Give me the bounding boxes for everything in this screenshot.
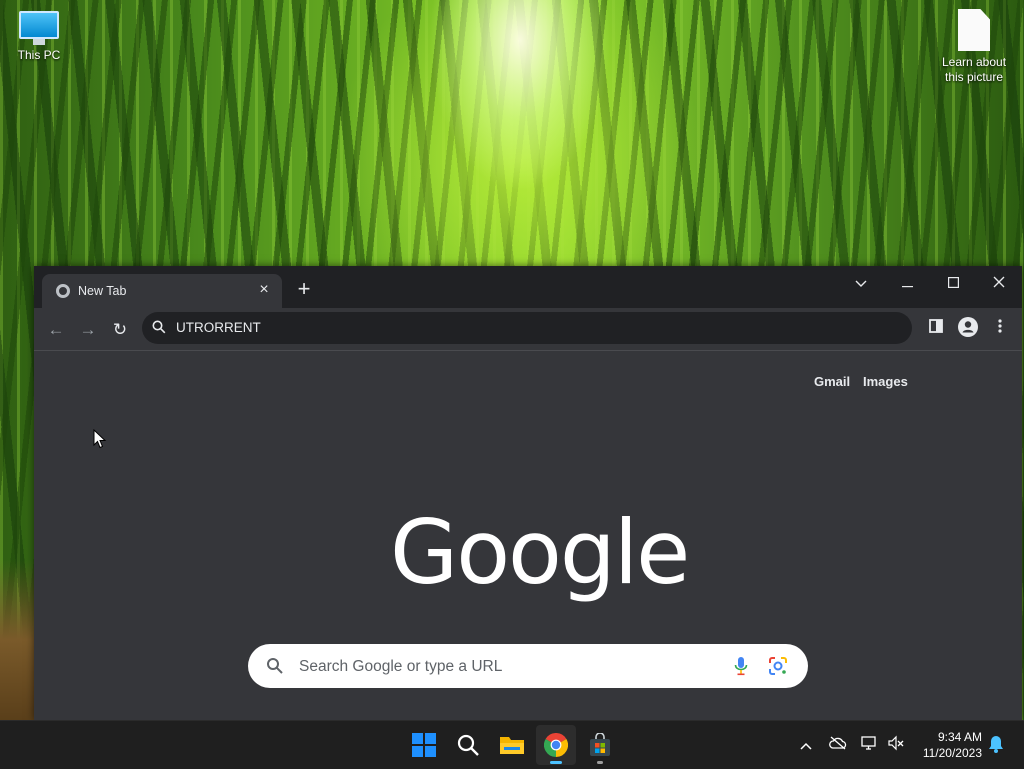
microphone-icon[interactable] (734, 656, 748, 676)
clock-time: 9:34 AM (937, 730, 982, 744)
file-explorer-button[interactable] (492, 725, 532, 765)
side-panel-icon (929, 319, 943, 333)
images-link[interactable]: Images (863, 374, 908, 389)
address-bar[interactable]: UTRORRENT (142, 312, 912, 344)
microsoft-store-button[interactable] (580, 725, 620, 765)
minimize-icon (901, 286, 913, 288)
folder-icon (500, 737, 524, 754)
volume-muted-icon (888, 735, 904, 751)
chrome-favicon-icon (56, 284, 70, 298)
cloud-offline-icon (829, 736, 847, 750)
chevron-down-icon (855, 280, 867, 287)
maximize-icon (947, 277, 959, 289)
back-button[interactable]: ← (43, 317, 69, 343)
chrome-icon (544, 733, 568, 757)
address-bar-text[interactable]: UTRORRENT (176, 320, 261, 335)
bell-icon (989, 736, 1003, 753)
document-icon (958, 9, 990, 51)
desktop-icon-this-pc[interactable]: This PC (3, 11, 75, 63)
gmail-link[interactable]: Gmail (814, 374, 850, 389)
browser-window: New Tab × + ← → ↻ UTRORRENT Gmail Images… (34, 266, 1022, 720)
title-bar: New Tab × + (34, 266, 1022, 308)
desktop-icon-label: Learn about (941, 55, 1007, 69)
profile-button[interactable] (956, 317, 980, 341)
mouse-cursor-icon (93, 429, 107, 449)
forward-button[interactable]: → (75, 317, 101, 343)
close-window-button[interactable] (976, 270, 1022, 298)
taskbar-clock[interactable]: 9:34 AM 11/20/2023 (923, 729, 982, 761)
onedrive-tray-button[interactable] (828, 735, 848, 755)
windows-start-icon (412, 733, 436, 757)
active-indicator (550, 761, 562, 764)
network-icon (861, 736, 876, 750)
google-logo: Google (390, 501, 690, 604)
desktop-icon-label: This PC (17, 48, 61, 62)
google-lens-icon[interactable] (768, 656, 788, 676)
tab-search-button[interactable] (838, 270, 884, 298)
clock-date: 11/20/2023 (922, 746, 982, 760)
show-hidden-icons-button[interactable] (796, 735, 816, 755)
taskbar-search-button[interactable] (448, 725, 488, 765)
menu-button[interactable] (988, 317, 1012, 341)
search-icon (152, 320, 166, 334)
chevron-up-icon (800, 742, 812, 750)
notifications-button[interactable] (986, 735, 1006, 755)
profile-icon (958, 317, 978, 337)
side-panel-button[interactable] (924, 317, 948, 341)
monitor-icon (19, 11, 59, 39)
start-button[interactable] (404, 725, 444, 765)
running-indicator (597, 761, 603, 764)
search-placeholder: Search Google or type a URL (299, 658, 503, 675)
tab-title: New Tab (78, 284, 127, 298)
tab-new-tab[interactable]: New Tab × (42, 274, 282, 308)
new-tab-button[interactable]: + (292, 278, 316, 302)
reload-button[interactable]: ↻ (107, 317, 133, 343)
network-tray-button[interactable] (860, 735, 880, 755)
desktop-icon-learn-about-picture[interactable]: Learn about this picture (938, 9, 1010, 85)
maximize-button[interactable] (930, 270, 976, 298)
close-icon (993, 276, 1005, 288)
minimize-button[interactable] (884, 270, 930, 298)
browser-toolbar: ← → ↻ UTRORRENT (34, 308, 1022, 351)
desktop-icon-label: this picture (944, 70, 1004, 84)
taskbar: 9:34 AM 11/20/2023 (0, 720, 1024, 769)
search-icon (267, 658, 283, 674)
volume-tray-button[interactable] (886, 735, 906, 755)
kebab-menu-icon (998, 319, 1002, 333)
google-search-box[interactable]: Search Google or type a URL (248, 644, 808, 688)
chrome-taskbar-button[interactable] (536, 725, 576, 765)
tab-close-button[interactable]: × (254, 280, 274, 300)
search-icon (457, 734, 479, 756)
new-tab-page: Gmail Images Google Search Google or typ… (34, 351, 1022, 720)
microsoft-store-icon (590, 733, 610, 756)
